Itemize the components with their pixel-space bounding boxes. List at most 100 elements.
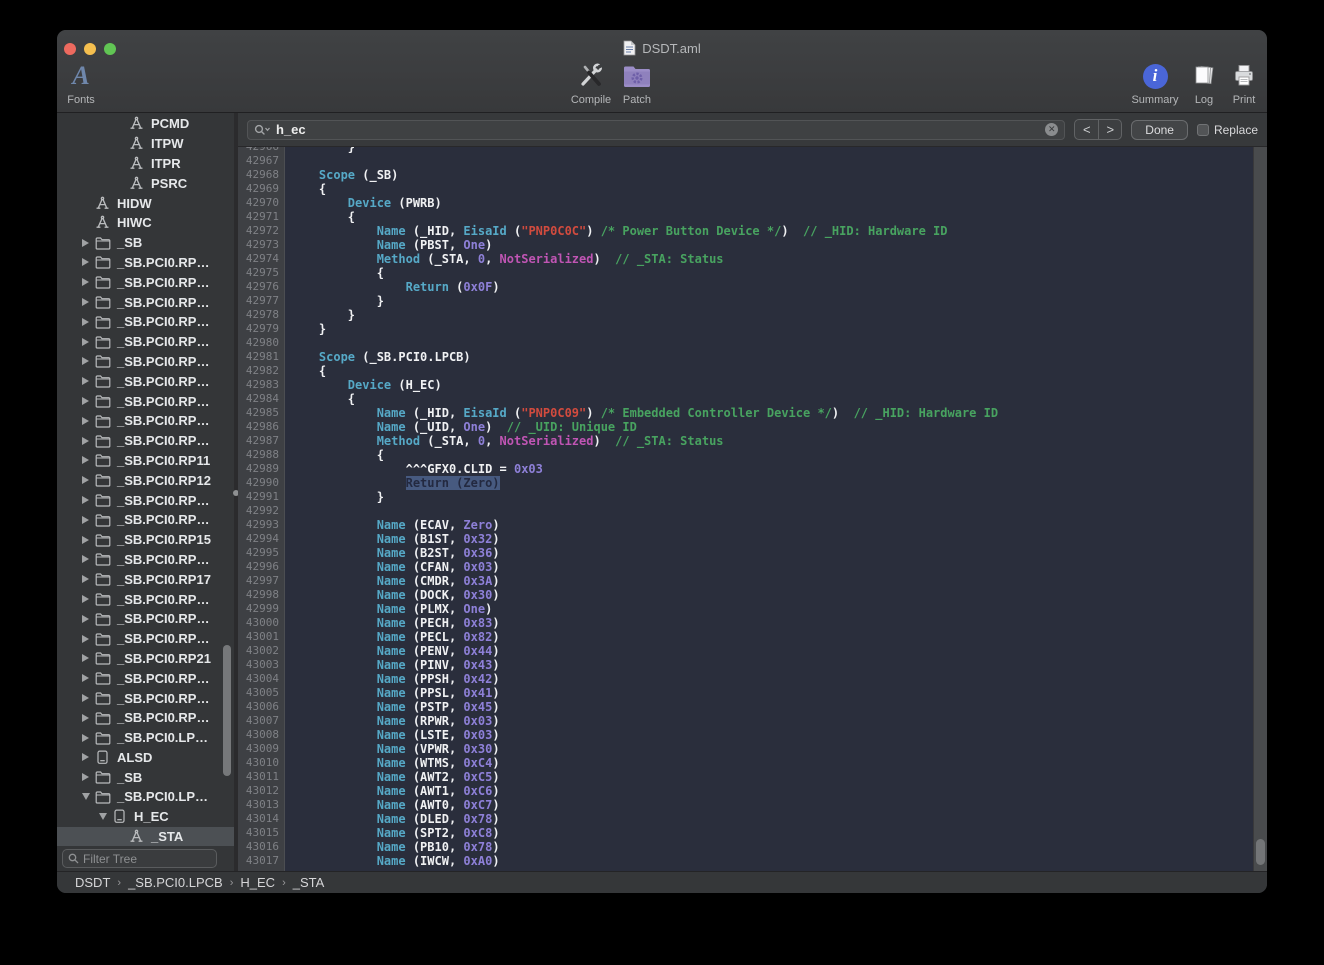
code-line[interactable]: 43014 Name (DLED, 0x78) [238, 812, 1253, 826]
clear-search-icon[interactable]: ✕ [1045, 123, 1058, 136]
breadcrumb-item[interactable]: _STA [293, 875, 325, 890]
code-line[interactable]: 43009 Name (VPWR, 0x30) [238, 742, 1253, 756]
tree-item[interactable]: _SB.PCI0.RP… [57, 391, 234, 411]
code-line[interactable]: 42986 Name (_UID, One) // _UID: Unique I… [238, 420, 1253, 434]
disclosure-triangle-icon[interactable] [82, 753, 95, 761]
breadcrumb-item[interactable]: DSDT [75, 875, 110, 890]
code-line[interactable]: 42988 { [238, 448, 1253, 462]
tree-item[interactable]: _SB.PCI0.RP… [57, 589, 234, 609]
code-line[interactable]: 43007 Name (RPWR, 0x03) [238, 714, 1253, 728]
code-line[interactable]: 42998 Name (DOCK, 0x30) [238, 588, 1253, 602]
code-line[interactable]: 42993 Name (ECAV, Zero) [238, 518, 1253, 532]
tree-item[interactable]: _SB.PCI0.RP… [57, 371, 234, 391]
disclosure-triangle-icon[interactable] [82, 258, 95, 266]
tree-item[interactable]: _SB.PCI0.RP… [57, 510, 234, 530]
tree-item[interactable]: _STA [57, 827, 234, 847]
code-line[interactable]: 42984 { [238, 392, 1253, 406]
disclosure-triangle-icon[interactable] [82, 536, 95, 544]
code-line[interactable]: 42974 Method (_STA, 0, NotSerialized) //… [238, 252, 1253, 266]
disclosure-triangle-icon[interactable] [82, 318, 95, 326]
find-previous-button[interactable]: < [1075, 120, 1098, 139]
code-line[interactable]: 43015 Name (SPT2, 0xC8) [238, 826, 1253, 840]
disclosure-triangle-icon[interactable] [82, 357, 95, 365]
disclosure-triangle-icon[interactable] [82, 417, 95, 425]
tree-item[interactable]: _SB.PCI0.RP… [57, 688, 234, 708]
disclosure-triangle-icon[interactable] [82, 338, 95, 346]
patch-button[interactable]: Patch [599, 61, 675, 106]
tree-item[interactable]: HIWC [57, 213, 234, 233]
disclosure-triangle-icon[interactable] [82, 239, 95, 247]
code-line[interactable]: 42978 } [238, 308, 1253, 322]
tree-item[interactable]: _SB.PCI0.RP… [57, 708, 234, 728]
code-line[interactable]: 42995 Name (B2ST, 0x36) [238, 546, 1253, 560]
find-input[interactable] [276, 122, 1040, 137]
disclosure-triangle-icon[interactable] [82, 298, 95, 306]
disclosure-triangle-icon[interactable] [82, 615, 95, 623]
code-line[interactable]: 43000 Name (PECH, 0x83) [238, 616, 1253, 630]
code-line[interactable]: 43004 Name (PPSH, 0x42) [238, 672, 1253, 686]
tree-item[interactable]: _SB.PCI0.RP… [57, 312, 234, 332]
code-line[interactable]: 42969 { [238, 182, 1253, 196]
code-line[interactable]: 43006 Name (PSTP, 0x45) [238, 700, 1253, 714]
disclosure-triangle-icon[interactable] [82, 635, 95, 643]
tree-item[interactable]: _SB.PCI0.RP17 [57, 569, 234, 589]
disclosure-triangle-icon[interactable] [82, 456, 95, 464]
tree-item[interactable]: _SB.PCI0.RP… [57, 550, 234, 570]
disclosure-triangle-icon[interactable] [99, 813, 112, 820]
code-editor[interactable]: 42966 }4296742968 Scope (_SB)42969 {4297… [238, 147, 1267, 871]
code-line[interactable]: 42971 { [238, 210, 1253, 224]
tree-item[interactable]: _SB.PCI0.RP… [57, 668, 234, 688]
code-line[interactable]: 42983 Device (H_EC) [238, 378, 1253, 392]
code-line[interactable]: 42991 } [238, 490, 1253, 504]
disclosure-triangle-icon[interactable] [82, 377, 95, 385]
tree-item[interactable]: _SB.PCI0.LP… [57, 787, 234, 807]
code-line[interactable]: 42987 Method (_STA, 0, NotSerialized) //… [238, 434, 1253, 448]
filter-tree-input[interactable] [83, 852, 238, 866]
code-line[interactable]: 43011 Name (AWT2, 0xC5) [238, 770, 1253, 784]
tree-item[interactable]: _SB [57, 767, 234, 787]
code-line[interactable]: 42979 } [238, 322, 1253, 336]
disclosure-triangle-icon[interactable] [82, 476, 95, 484]
code-line[interactable]: 42989 ^^^GFX0.CLID = 0x03 [238, 462, 1253, 476]
disclosure-triangle-icon[interactable] [82, 555, 95, 563]
find-next-button[interactable]: > [1098, 120, 1121, 139]
filter-tree-field[interactable] [62, 849, 217, 868]
code-line[interactable]: 43010 Name (WTMS, 0xC4) [238, 756, 1253, 770]
code-line[interactable]: 42996 Name (CFAN, 0x03) [238, 560, 1253, 574]
tree-item[interactable]: _SB.PCI0.RP12 [57, 470, 234, 490]
code-line[interactable]: 42990 Return (Zero) [238, 476, 1253, 490]
code-line[interactable]: 43013 Name (AWT0, 0xC7) [238, 798, 1253, 812]
disclosure-triangle-icon[interactable] [82, 278, 95, 286]
code-line[interactable]: 43012 Name (AWT1, 0xC6) [238, 784, 1253, 798]
tree-item[interactable]: ITPR [57, 154, 234, 174]
breadcrumb-item[interactable]: H_EC [240, 875, 275, 890]
disclosure-triangle-icon[interactable] [82, 793, 95, 800]
disclosure-triangle-icon[interactable] [82, 654, 95, 662]
code-line[interactable]: 42992 [238, 504, 1253, 518]
done-button[interactable]: Done [1131, 120, 1188, 140]
editor-scrollbar-track[interactable] [1253, 147, 1267, 871]
tree-item[interactable]: ALSD [57, 748, 234, 768]
code-lines[interactable]: 42966 }4296742968 Scope (_SB)42969 {4297… [238, 147, 1253, 871]
tree-item[interactable]: _SB.PCI0.RP… [57, 253, 234, 273]
disclosure-triangle-icon[interactable] [82, 496, 95, 504]
tree-item[interactable]: _SB.PCI0.LP… [57, 728, 234, 748]
disclosure-triangle-icon[interactable] [82, 397, 95, 405]
code-line[interactable]: 42966 } [238, 147, 1253, 154]
code-line[interactable]: 42981 Scope (_SB.PCI0.LPCB) [238, 350, 1253, 364]
editor-scrollbar-thumb[interactable] [1256, 839, 1265, 865]
disclosure-triangle-icon[interactable] [82, 595, 95, 603]
disclosure-triangle-icon[interactable] [82, 734, 95, 742]
code-line[interactable]: 42967 [238, 154, 1253, 168]
find-field[interactable]: ✕ [247, 120, 1065, 140]
disclosure-triangle-icon[interactable] [82, 674, 95, 682]
code-line[interactable]: 42999 Name (PLMX, One) [238, 602, 1253, 616]
disclosure-triangle-icon[interactable] [82, 694, 95, 702]
tree-item[interactable]: _SB.PCI0.RP… [57, 352, 234, 372]
tree-item[interactable]: _SB.PCI0.RP… [57, 411, 234, 431]
tree-item[interactable]: _SB.PCI0.RP… [57, 609, 234, 629]
disclosure-triangle-icon[interactable] [82, 714, 95, 722]
search-icon[interactable] [254, 124, 271, 136]
disclosure-triangle-icon[interactable] [82, 516, 95, 524]
tree-item[interactable]: _SB.PCI0.RP… [57, 490, 234, 510]
